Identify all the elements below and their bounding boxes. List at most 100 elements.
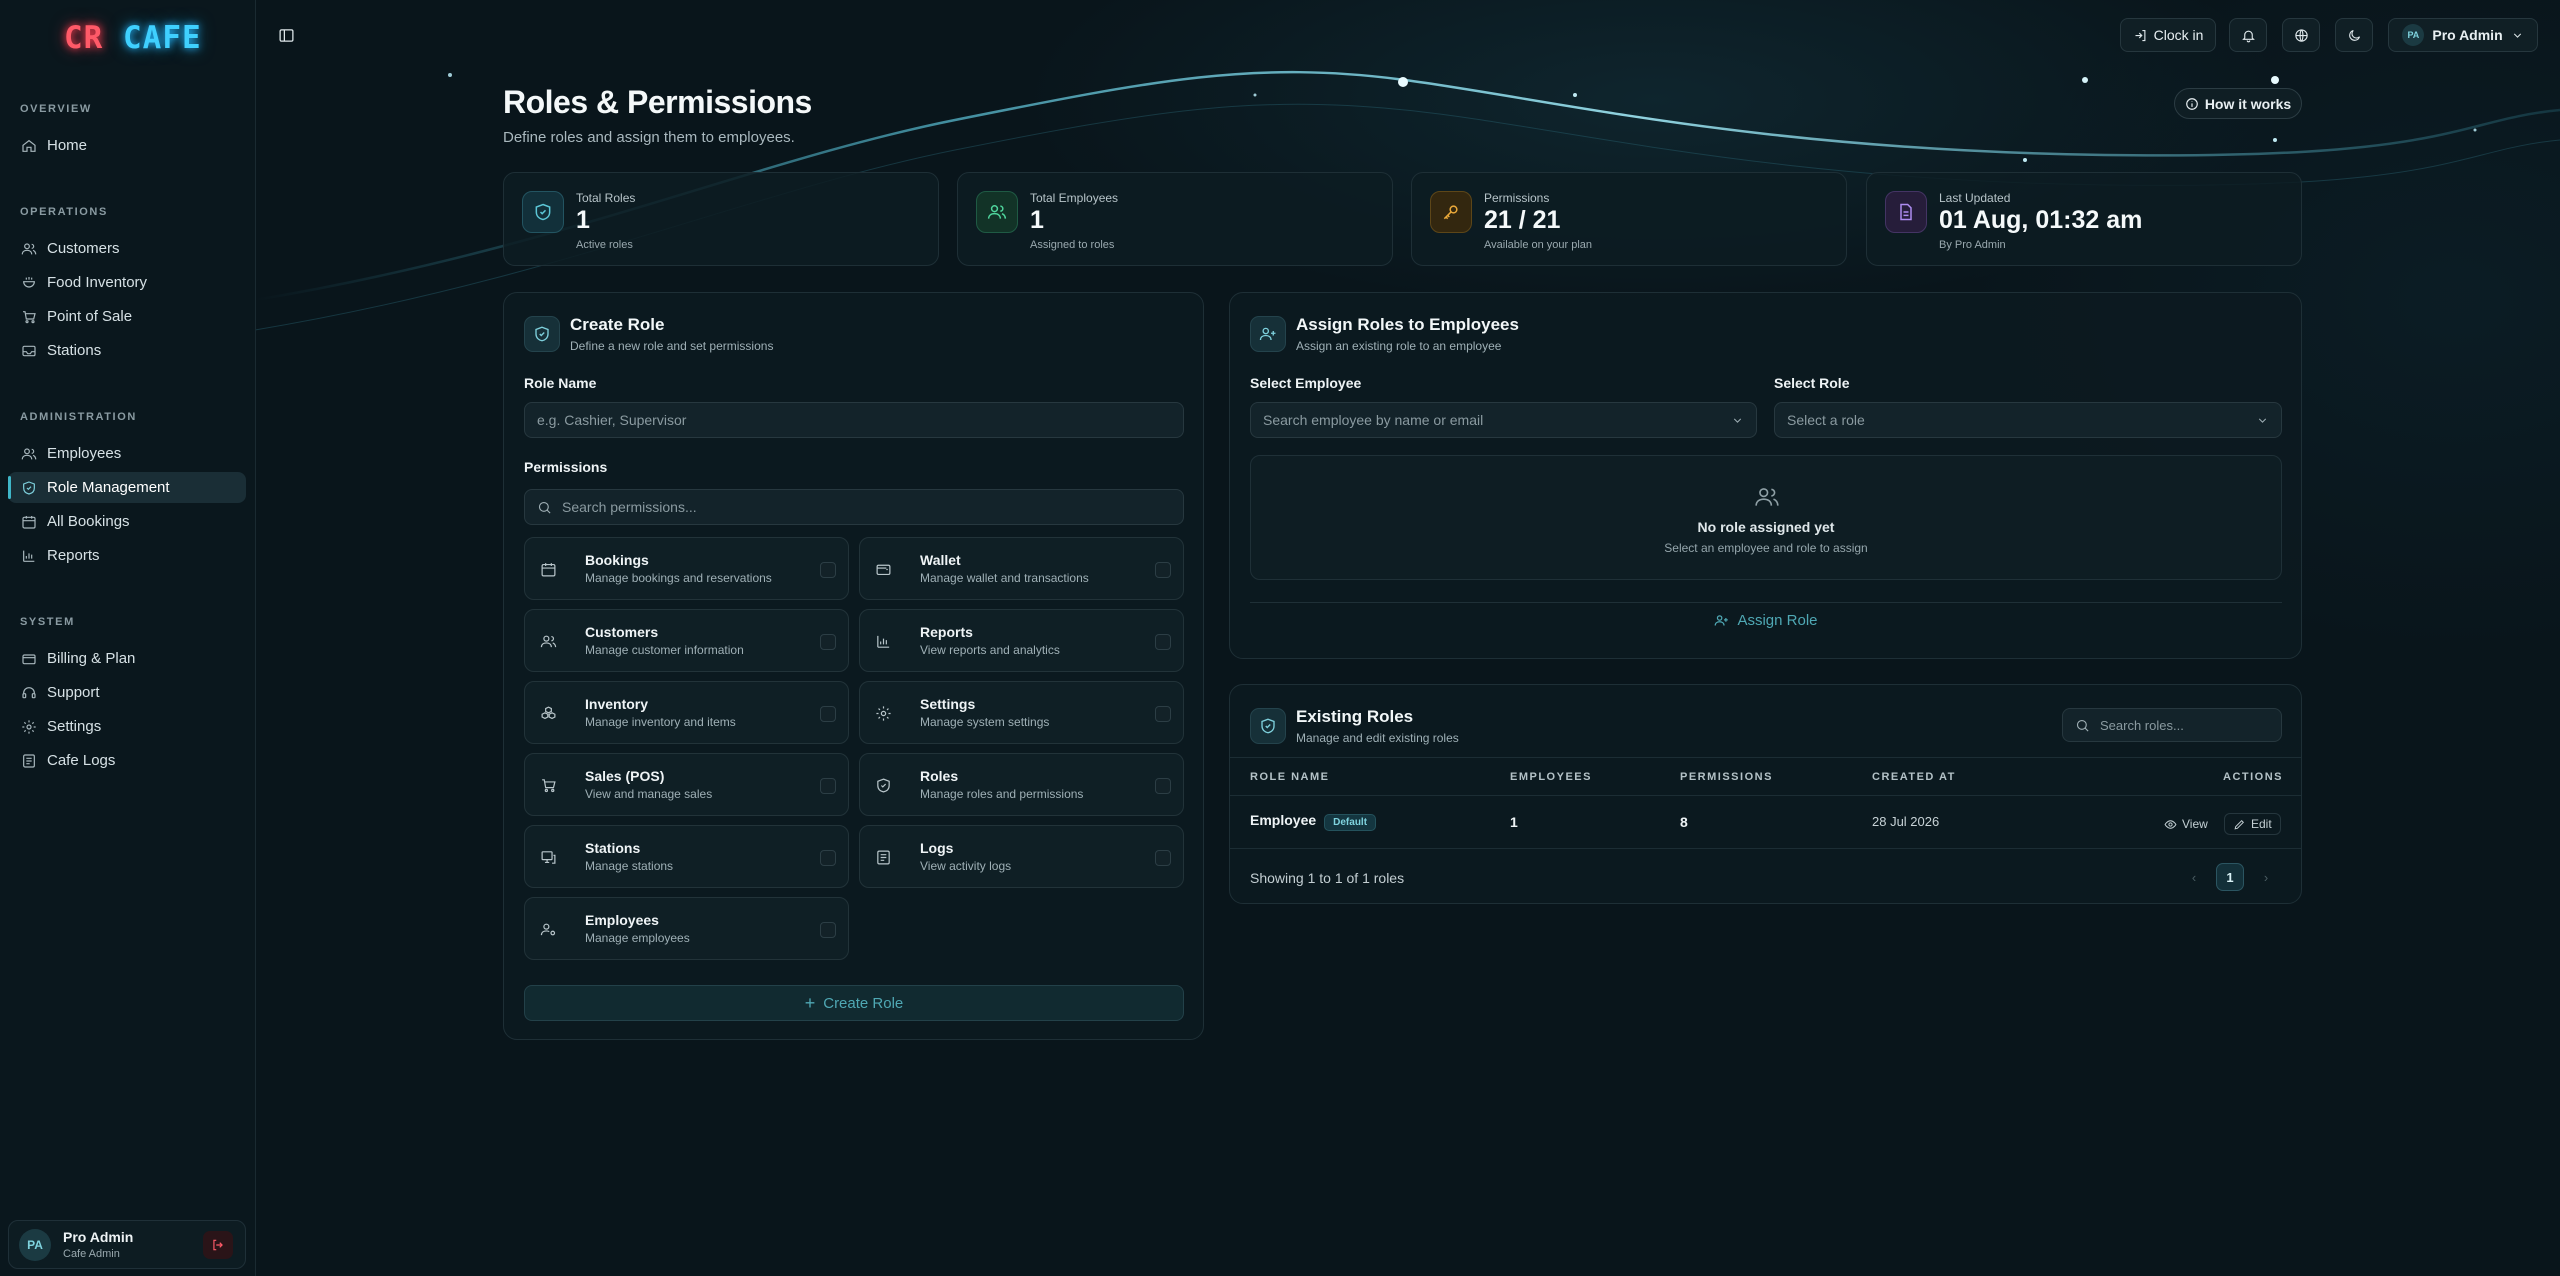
sidebar-item-employees[interactable]: Employees <box>8 438 246 469</box>
table-cell-permissions: 8 <box>1680 814 1688 830</box>
user-name: Pro Admin <box>63 1229 134 1245</box>
language-button[interactable] <box>2282 18 2320 52</box>
wallet-icon <box>876 564 890 575</box>
users-icon <box>21 447 37 459</box>
section-overview: OVERVIEW <box>20 103 92 115</box>
permission-employees[interactable]: Employees Manage employees <box>524 897 849 960</box>
permission-checkbox[interactable] <box>820 634 836 650</box>
panel-icon <box>278 28 294 42</box>
sidebar-item-role-management[interactable]: Role Management <box>8 472 246 503</box>
sidebar-item-settings[interactable]: Settings <box>8 711 246 742</box>
stat-last-updated: Last Updated 01 Aug, 01:32 am By Pro Adm… <box>1866 172 2302 266</box>
plus-icon: + <box>804 992 816 1013</box>
wallet-icon <box>22 653 36 664</box>
how-it-works-button[interactable]: How it works <box>2174 88 2302 119</box>
section-system: SYSTEM <box>20 616 75 628</box>
sidebar-item-cafe-logs[interactable]: Cafe Logs <box>8 745 246 776</box>
pagination-next-button[interactable]: › <box>2252 863 2280 891</box>
permission-checkbox[interactable] <box>820 562 836 578</box>
bar-chart-icon <box>876 635 889 648</box>
column-header-permissions: PERMISSIONS <box>1680 771 1773 783</box>
permission-roles[interactable]: Roles Manage roles and permissions <box>859 753 1184 816</box>
clock-in-button[interactable]: Clock in <box>2120 18 2216 52</box>
login-icon <box>2135 29 2146 41</box>
theme-toggle-button[interactable] <box>2335 18 2373 52</box>
roles-search-input[interactable]: Search roles... <box>2062 708 2282 742</box>
column-header-actions: ACTIONS <box>2223 771 2283 783</box>
globe-icon <box>2294 28 2308 42</box>
sidebar-item-customers[interactable]: Customers <box>8 233 246 264</box>
home-icon <box>22 139 36 152</box>
permission-checkbox[interactable] <box>1155 778 1171 794</box>
permission-checkbox[interactable] <box>820 850 836 866</box>
stat-icon <box>1885 191 1927 233</box>
sidebar-item-stations[interactable]: Stations <box>8 335 246 366</box>
permission-checkbox[interactable] <box>820 922 836 938</box>
permission-bookings[interactable]: Bookings Manage bookings and reservation… <box>524 537 849 600</box>
permission-checkbox[interactable] <box>1155 850 1171 866</box>
search-icon <box>2076 719 2089 732</box>
table-cell-created-at: 28 Jul 2026 <box>1872 814 1940 829</box>
stat-total-employees: Total Employees 1 Assigned to roles <box>957 172 1393 266</box>
table-cell-employees: 1 <box>1510 814 1518 830</box>
notifications-button[interactable] <box>2229 18 2267 52</box>
sidebar-item-food-inventory[interactable]: Food Inventory <box>8 267 246 298</box>
permission-reports[interactable]: Reports View reports and analytics <box>859 609 1184 672</box>
empty-assignment-state: No role assigned yet Select an employee … <box>1250 455 2282 580</box>
view-role-button[interactable]: View <box>2156 813 2216 835</box>
select-employee-dropdown[interactable]: Search employee by name or email <box>1250 402 1757 438</box>
card-subtitle: Manage and edit existing roles <box>1296 731 1459 745</box>
permissions-search-input[interactable]: Search permissions... <box>524 489 1184 525</box>
permission-inventory[interactable]: Inventory Manage inventory and items <box>524 681 849 744</box>
shield-icon <box>535 203 551 221</box>
create-role-button[interactable]: + Create Role <box>524 985 1184 1021</box>
permission-wallet[interactable]: Wallet Manage wallet and transactions <box>859 537 1184 600</box>
permission-checkbox[interactable] <box>1155 562 1171 578</box>
calendar-icon <box>22 515 36 529</box>
sidebar-item-all-bookings[interactable]: All Bookings <box>8 506 246 537</box>
sidebar-item-reports[interactable]: Reports <box>8 540 246 571</box>
card-icon <box>524 316 560 352</box>
user-role: Cafe Admin <box>63 1248 120 1260</box>
sidebar-item-billing-plan[interactable]: Billing & Plan <box>8 643 246 674</box>
edit-role-button[interactable]: Edit <box>2224 813 2281 835</box>
bar-chart-icon <box>23 550 35 562</box>
permission-customers[interactable]: Customers Manage customer information <box>524 609 849 672</box>
sidebar-item-support[interactable]: Support <box>8 677 246 708</box>
page-subtitle: Define roles and assign them to employee… <box>503 129 795 146</box>
permission-stations[interactable]: Stations Manage stations <box>524 825 849 888</box>
card-title: Create Role <box>570 315 665 334</box>
permission-checkbox[interactable] <box>820 706 836 722</box>
bell-icon <box>2241 30 2255 42</box>
permission-sales-pos[interactable]: Sales (POS) View and manage sales <box>524 753 849 816</box>
column-header-created-at: CREATED AT <box>1872 771 1956 783</box>
permission-checkbox[interactable] <box>820 778 836 794</box>
card-icon <box>1250 708 1286 744</box>
card-subtitle: Define a new role and set permissions <box>570 339 774 353</box>
sidebar-item-home[interactable]: Home <box>8 130 246 161</box>
permission-settings[interactable]: Settings Manage system settings <box>859 681 1184 744</box>
permission-checkbox[interactable] <box>1155 634 1171 650</box>
pagination-prev-button[interactable]: ‹ <box>2180 863 2208 891</box>
chevron-down-icon <box>1733 418 1742 423</box>
page-title: Roles & Permissions <box>503 84 812 120</box>
select-role-dropdown[interactable]: Select a role <box>1774 402 2282 438</box>
divider <box>1230 795 2301 796</box>
user-plus-icon <box>1259 327 1276 341</box>
sidebar-user-card[interactable]: PA Pro Admin Cafe Admin <box>8 1220 246 1269</box>
sidebar-item-point-of-sale[interactable]: Point of Sale <box>8 301 246 332</box>
stat-icon <box>1430 191 1472 233</box>
assign-role-button[interactable]: Assign Role <box>1250 602 2282 638</box>
status-badge: Default <box>1324 814 1377 831</box>
sidebar-toggle-button[interactable] <box>272 18 300 52</box>
user-menu-button[interactable]: PA Pro Admin <box>2388 18 2538 52</box>
permission-checkbox[interactable] <box>1155 706 1171 722</box>
role-name-input[interactable]: e.g. Cashier, Supervisor <box>524 402 1184 438</box>
chevron-down-icon <box>2258 418 2267 423</box>
permission-logs[interactable]: Logs View activity logs <box>859 825 1184 888</box>
pagination-page-1[interactable]: 1 <box>2216 863 2244 891</box>
logout-button[interactable] <box>203 1231 233 1259</box>
app-logo[interactable]: CR CAFE <box>64 20 202 56</box>
logs-icon <box>876 850 890 864</box>
shield-icon <box>876 777 890 792</box>
